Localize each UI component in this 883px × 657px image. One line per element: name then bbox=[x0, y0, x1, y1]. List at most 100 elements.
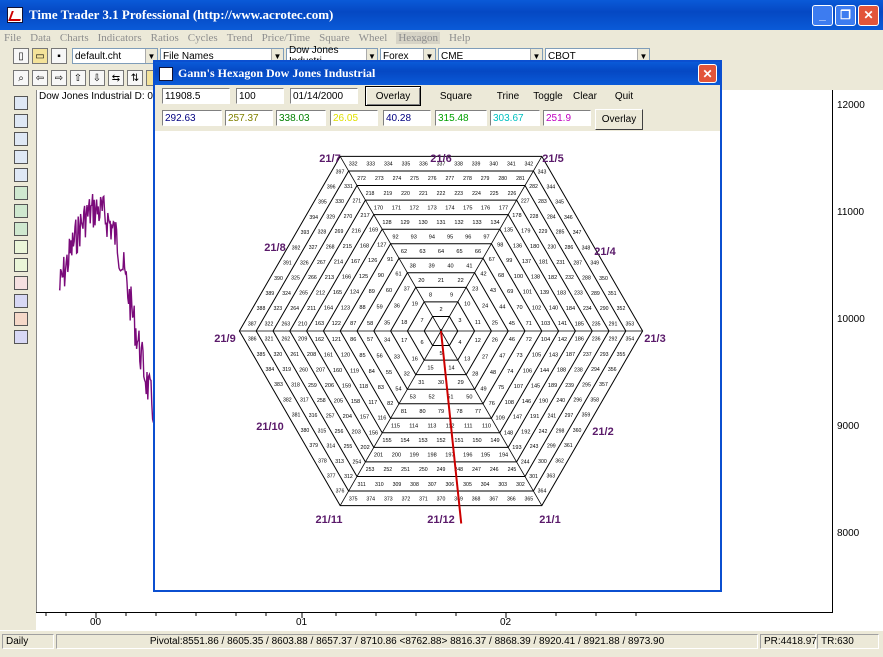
hexagon-cell-number: 370 bbox=[437, 496, 446, 502]
hexagon-cell-number: 65 bbox=[456, 249, 462, 255]
tool-hlines-icon[interactable] bbox=[14, 204, 28, 218]
hexagon-cell-number: 378 bbox=[318, 458, 327, 464]
overlay-button[interactable]: Overlay bbox=[365, 86, 421, 106]
date-label-upper-right: 21/4 bbox=[594, 246, 616, 258]
dialog-title-bar[interactable]: Gann's Hexagon Dow Jones Industrial ✕ bbox=[155, 62, 720, 85]
tool-grid-icon[interactable] bbox=[14, 132, 28, 146]
hexagon-cell-number: 105 bbox=[532, 353, 541, 359]
hexagon-cell-number: 157 bbox=[360, 415, 369, 421]
hexagon-cell-number: 272 bbox=[357, 176, 366, 182]
hexagon-cell-number: 220 bbox=[401, 191, 410, 197]
hexagon-cell-number: 282 bbox=[529, 184, 538, 190]
hexagon-cell-number: 60 bbox=[386, 288, 392, 294]
chart-file-select[interactable]: default.cht ▼ bbox=[72, 48, 158, 64]
hexagon-cell-number: 309 bbox=[393, 482, 402, 488]
save-disk-icon[interactable]: ▪ bbox=[51, 48, 67, 64]
increment-input[interactable]: 100 bbox=[236, 88, 284, 104]
square-button[interactable]: Square bbox=[431, 86, 481, 106]
hexagon-cell-number: 368 bbox=[472, 496, 481, 502]
tool-table-icon[interactable] bbox=[14, 168, 28, 182]
date-input[interactable]: 01/14/2000 bbox=[290, 88, 358, 104]
time-tick-00: 00 bbox=[90, 617, 102, 628]
menu-charts[interactable]: Charts bbox=[60, 32, 89, 44]
toggle-button[interactable]: Toggle bbox=[528, 86, 568, 106]
tool-window-icon[interactable] bbox=[14, 330, 28, 344]
hexagon-cell-number: 330 bbox=[335, 199, 344, 205]
tool-cycle-icon[interactable] bbox=[14, 186, 28, 200]
overlay-button-2[interactable]: Overlay bbox=[595, 109, 643, 130]
hexagon-cell-number: 215 bbox=[343, 244, 352, 250]
tool-ray-icon[interactable] bbox=[14, 258, 28, 272]
hexagon-cell-number: 91 bbox=[387, 257, 393, 263]
hexagon-cell-number: 166 bbox=[342, 274, 351, 280]
hexagon-cell-number: 278 bbox=[463, 176, 472, 182]
quit-button[interactable]: Quit bbox=[605, 86, 643, 106]
hexagon-cell-number: 152 bbox=[436, 438, 445, 444]
menu-file[interactable]: File bbox=[4, 32, 21, 44]
hexagon-cell-number: 266 bbox=[308, 275, 317, 281]
hexagon-cell-number: 54 bbox=[395, 386, 401, 392]
tool-image-icon[interactable] bbox=[14, 312, 28, 326]
hexagon-cell-number: 293 bbox=[600, 352, 609, 358]
hexagon-cell-number: 143 bbox=[549, 352, 558, 358]
hexagon-cell-number: 394 bbox=[309, 215, 318, 221]
menu-square[interactable]: Square bbox=[319, 32, 350, 44]
hexagon-cell-number: 279 bbox=[481, 176, 490, 182]
hexagon-cell-number: 95 bbox=[447, 234, 453, 240]
open-folder-icon[interactable]: ▭ bbox=[32, 48, 48, 64]
menu-help[interactable]: Help bbox=[449, 32, 470, 44]
new-file-icon[interactable]: ▯ bbox=[13, 48, 29, 64]
hexagon-cell-number: 206 bbox=[325, 383, 334, 389]
menu-hexagon[interactable]: Hexagon bbox=[396, 32, 441, 44]
zoom-icon[interactable]: ⌕ bbox=[13, 70, 29, 86]
menu-price-time[interactable]: Price/Time bbox=[262, 32, 311, 44]
hexagon-cell-number: 173 bbox=[427, 205, 436, 211]
hexagon-cell-number: 373 bbox=[384, 496, 393, 502]
tool-pencil-icon[interactable] bbox=[14, 276, 28, 290]
clear-button[interactable]: Clear bbox=[568, 86, 602, 106]
close-button[interactable]: ✕ bbox=[858, 4, 879, 26]
hexagon-cell-number: 294 bbox=[591, 367, 600, 373]
hexagon-cell-number: 164 bbox=[324, 306, 333, 312]
price-input[interactable]: 11908.5 bbox=[162, 88, 230, 104]
arrow-right-icon[interactable]: ⇨ bbox=[51, 70, 67, 86]
compress-icon[interactable]: ⇆ bbox=[108, 70, 124, 86]
tool-lines-icon[interactable] bbox=[14, 150, 28, 164]
hexagon-cell-number: 285 bbox=[556, 230, 565, 236]
tool-rect-icon[interactable] bbox=[14, 294, 28, 308]
arrow-left-icon[interactable]: ⇦ bbox=[32, 70, 48, 86]
arrow-up-icon[interactable]: ⇧ bbox=[70, 70, 86, 86]
hexagon-cell-number: 70 bbox=[516, 305, 522, 311]
tool-vlines-icon[interactable] bbox=[14, 222, 28, 236]
hexagon-cell-number: 125 bbox=[359, 274, 368, 280]
arrow-down-icon[interactable]: ⇩ bbox=[89, 70, 105, 86]
hexagon-cell-number: 101 bbox=[523, 290, 532, 296]
tool-list-icon[interactable] bbox=[14, 96, 28, 110]
menu-wheel[interactable]: Wheel bbox=[359, 32, 388, 44]
hexagon-cell-number: 232 bbox=[565, 275, 574, 281]
menu-ratios[interactable]: Ratios bbox=[151, 32, 179, 44]
hexagon-cell-number: 280 bbox=[498, 176, 507, 182]
hexagon-cell-number: 128 bbox=[382, 220, 391, 226]
tool-bars-icon[interactable] bbox=[14, 114, 28, 128]
hexagon-cell-number: 292 bbox=[609, 337, 618, 343]
hexagon-cell-number: 216 bbox=[352, 229, 361, 235]
hexagon-cell-number: 35 bbox=[384, 321, 390, 327]
menu-indicators[interactable]: Indicators bbox=[98, 32, 142, 44]
hexagon-cell-number: 121 bbox=[332, 337, 341, 343]
menu-cycles[interactable]: Cycles bbox=[188, 32, 218, 44]
dialog-close-button[interactable]: ✕ bbox=[698, 64, 717, 83]
restore-button[interactable]: ❐ bbox=[835, 4, 856, 26]
menu-data[interactable]: Data bbox=[30, 32, 51, 44]
gann-hexagon-chart[interactable]: 1234567891011121314151617181920212223242… bbox=[155, 131, 720, 590]
expand-icon[interactable]: ⇅ bbox=[127, 70, 143, 86]
minimize-button[interactable]: _ bbox=[812, 4, 833, 26]
hexagon-cell-number: 299 bbox=[547, 444, 556, 450]
tool-fan-icon[interactable] bbox=[14, 240, 28, 254]
hexagon-cell-number: 359 bbox=[582, 413, 591, 419]
menu-trend[interactable]: Trend bbox=[227, 32, 253, 44]
hexagon-cell-number: 88 bbox=[359, 305, 365, 311]
hexagon-cell-number: 281 bbox=[516, 176, 525, 182]
trine-button[interactable]: Trine bbox=[485, 86, 531, 106]
hexagon-cell-number: 223 bbox=[454, 191, 463, 197]
